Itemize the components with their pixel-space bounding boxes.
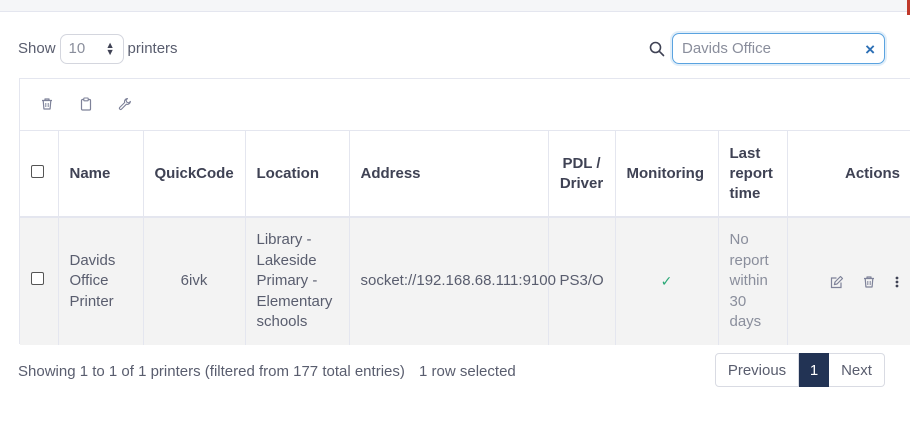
table-row[interactable]: Davids Office Printer 6ivk Library - Lak… [20,217,910,345]
col-address[interactable]: Address [348,131,548,218]
clipboard-icon[interactable] [79,97,93,111]
search-field: × [672,33,885,64]
printers-table-panel: Name QuickCode Location Address PDL / Dr… [19,78,910,345]
col-last-report-time[interactable]: Last report time [717,131,787,218]
monitoring-check-icon: ✓ [660,272,673,289]
cell-location: Library - Lakeside Primary - Elementary … [244,217,349,345]
cell-last-report: No report within 30 days [717,217,787,345]
pagination: Previous 1 Next [715,353,885,387]
table-header-row: Name QuickCode Location Address PDL / Dr… [20,131,910,218]
col-quickcode[interactable]: QuickCode [142,131,245,218]
next-page-button[interactable]: Next [829,353,885,387]
cell-pdl-driver: PS3/O [547,217,615,345]
trash-icon[interactable] [40,97,54,111]
search-icon [649,41,665,57]
clear-search-icon[interactable]: × [865,40,875,60]
row-select-cell [20,217,58,345]
col-name[interactable]: Name [57,131,143,218]
cell-actions [786,217,910,345]
col-actions: Actions [786,131,910,218]
cell-monitoring: ✓ [614,217,718,345]
search-input[interactable] [682,40,852,57]
length-control: Show 10 ▲ ▼ printers [18,33,178,64]
select-all-cell [20,131,58,218]
select-all-checkbox[interactable] [31,164,44,178]
selected-count: 1 row selected [419,363,516,380]
bulk-toolbar [20,79,910,131]
table-info: Showing 1 to 1 of 1 printers (filtered f… [18,363,516,380]
length-suffix: printers [127,40,178,57]
select-arrows-icon: ▲ ▼ [105,39,115,57]
col-location[interactable]: Location [244,131,349,218]
cell-name: Davids Office Printer [57,217,143,345]
printers-table: Name QuickCode Location Address PDL / Dr… [20,131,910,345]
length-prefix: Show [18,40,56,57]
table-info-text: Showing 1 to 1 of 1 printers (filtered f… [18,363,405,380]
delete-icon[interactable] [862,275,876,289]
edit-icon[interactable] [830,275,844,289]
wrench-icon[interactable] [118,97,132,111]
previous-page-button[interactable]: Previous [715,353,799,387]
cell-address: socket://192.168.68.111:9100 [348,217,556,345]
more-options-icon[interactable] [894,275,900,289]
page-length-value: 10 [68,40,86,57]
page-1-button[interactable]: 1 [799,353,829,387]
col-pdl-driver[interactable]: PDL / Driver [547,131,615,218]
row-checkbox[interactable] [31,272,44,286]
col-monitoring[interactable]: Monitoring [614,131,718,218]
top-band [0,0,910,12]
cell-quickcode: 6ivk [142,217,245,345]
page-length-select[interactable]: 10 ▲ ▼ [59,33,124,64]
